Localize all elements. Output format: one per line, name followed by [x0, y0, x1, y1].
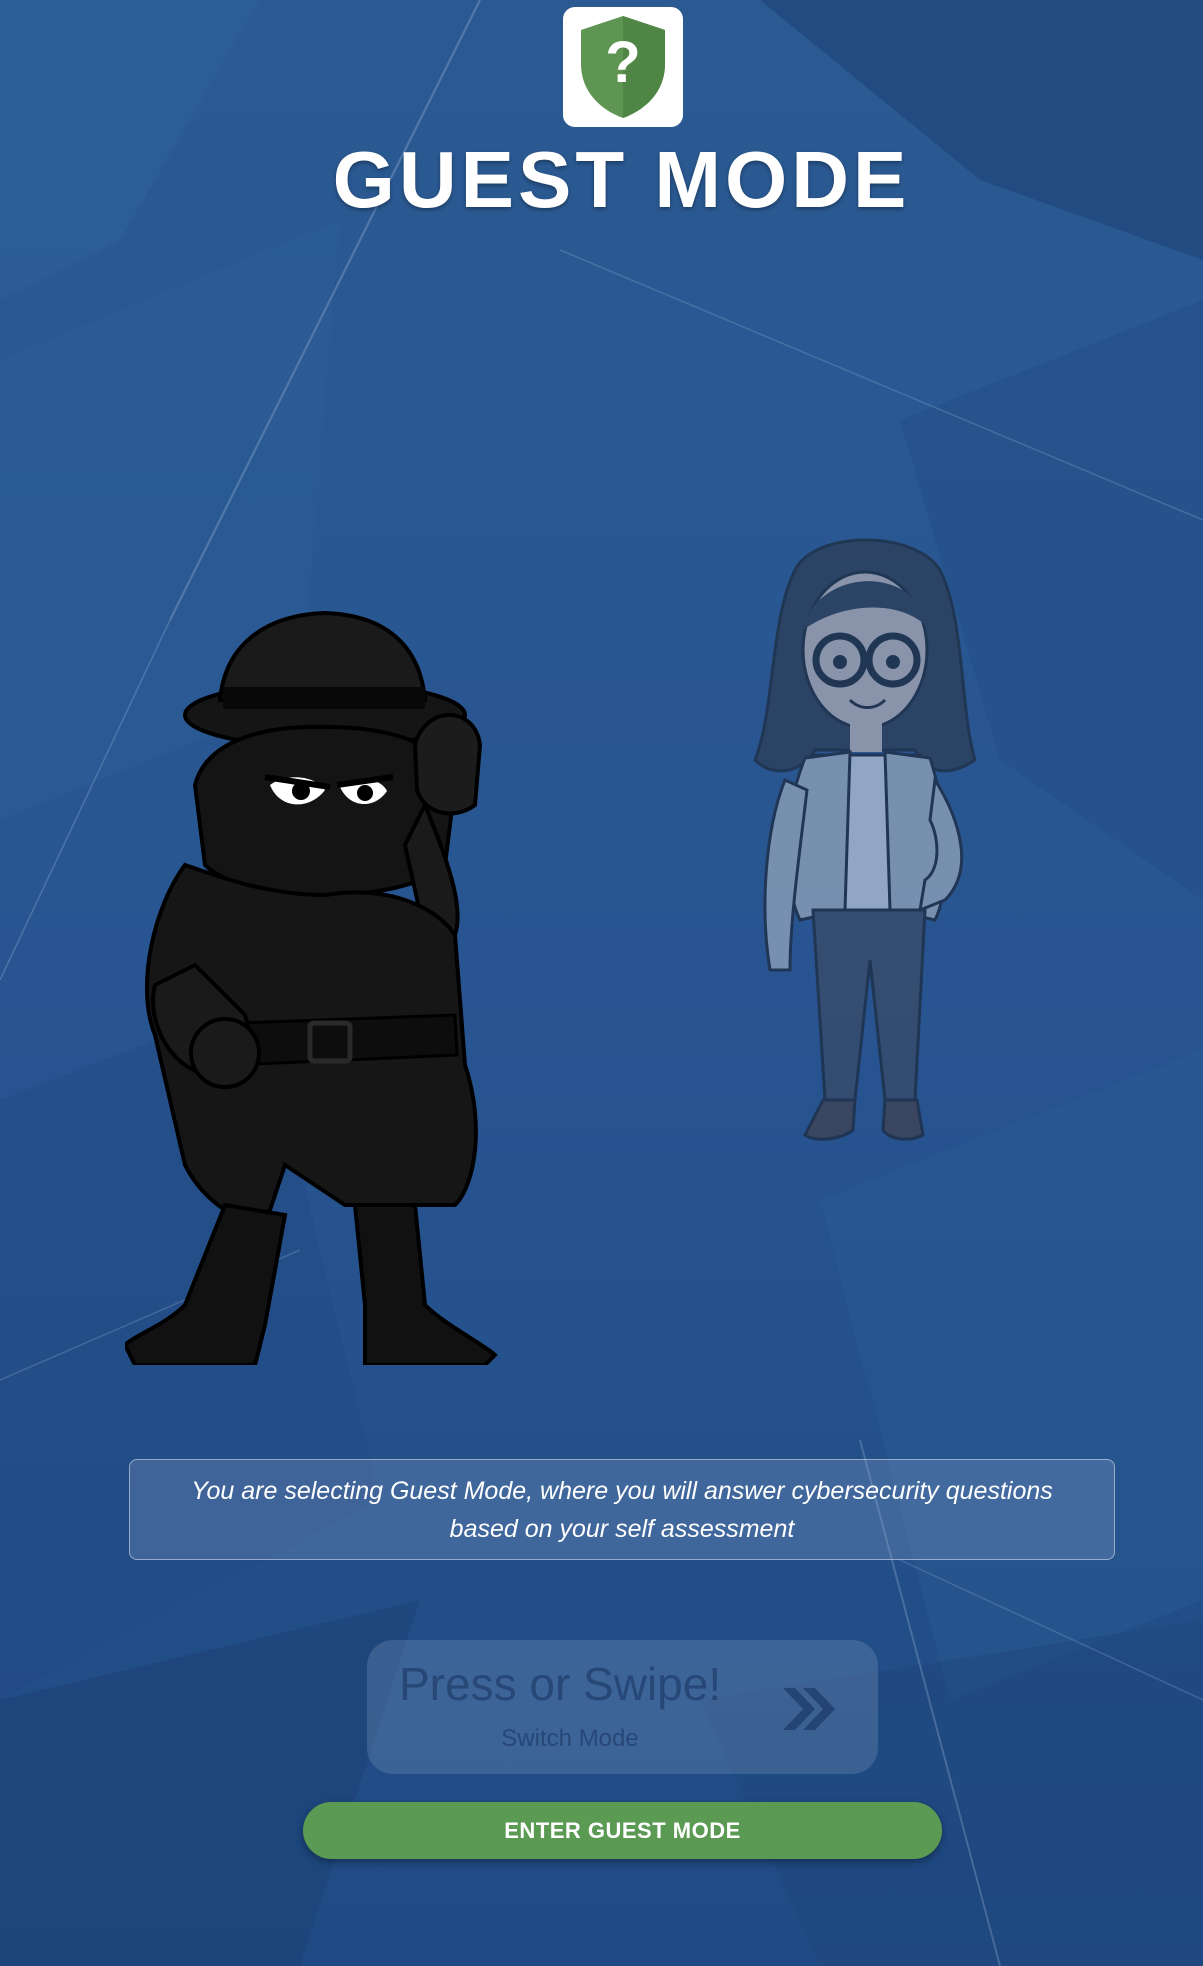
svg-text:?: ? [605, 30, 640, 95]
professional-woman-character[interactable] [745, 530, 985, 1170]
shield-question-icon: ? [581, 16, 665, 118]
mode-description: You are selecting Guest Mode, where you … [129, 1459, 1115, 1560]
page-title: GUEST MODE [332, 135, 911, 224]
swipe-main-label: Press or Swipe! [399, 1658, 722, 1710]
mode-description-text: You are selecting Guest Mode, where you … [191, 1476, 1053, 1543]
enter-guest-mode-button[interactable]: ENTER GUEST MODE [303, 1802, 942, 1859]
double-chevron-right-icon [783, 1688, 835, 1730]
spy-character[interactable] [125, 605, 595, 1365]
swipe-sub-label: Switch Mode [501, 1725, 639, 1752]
switch-mode-swipe-control[interactable]: Press or Swipe! Switch Mode [367, 1640, 878, 1774]
app-logo: ? [563, 7, 683, 127]
